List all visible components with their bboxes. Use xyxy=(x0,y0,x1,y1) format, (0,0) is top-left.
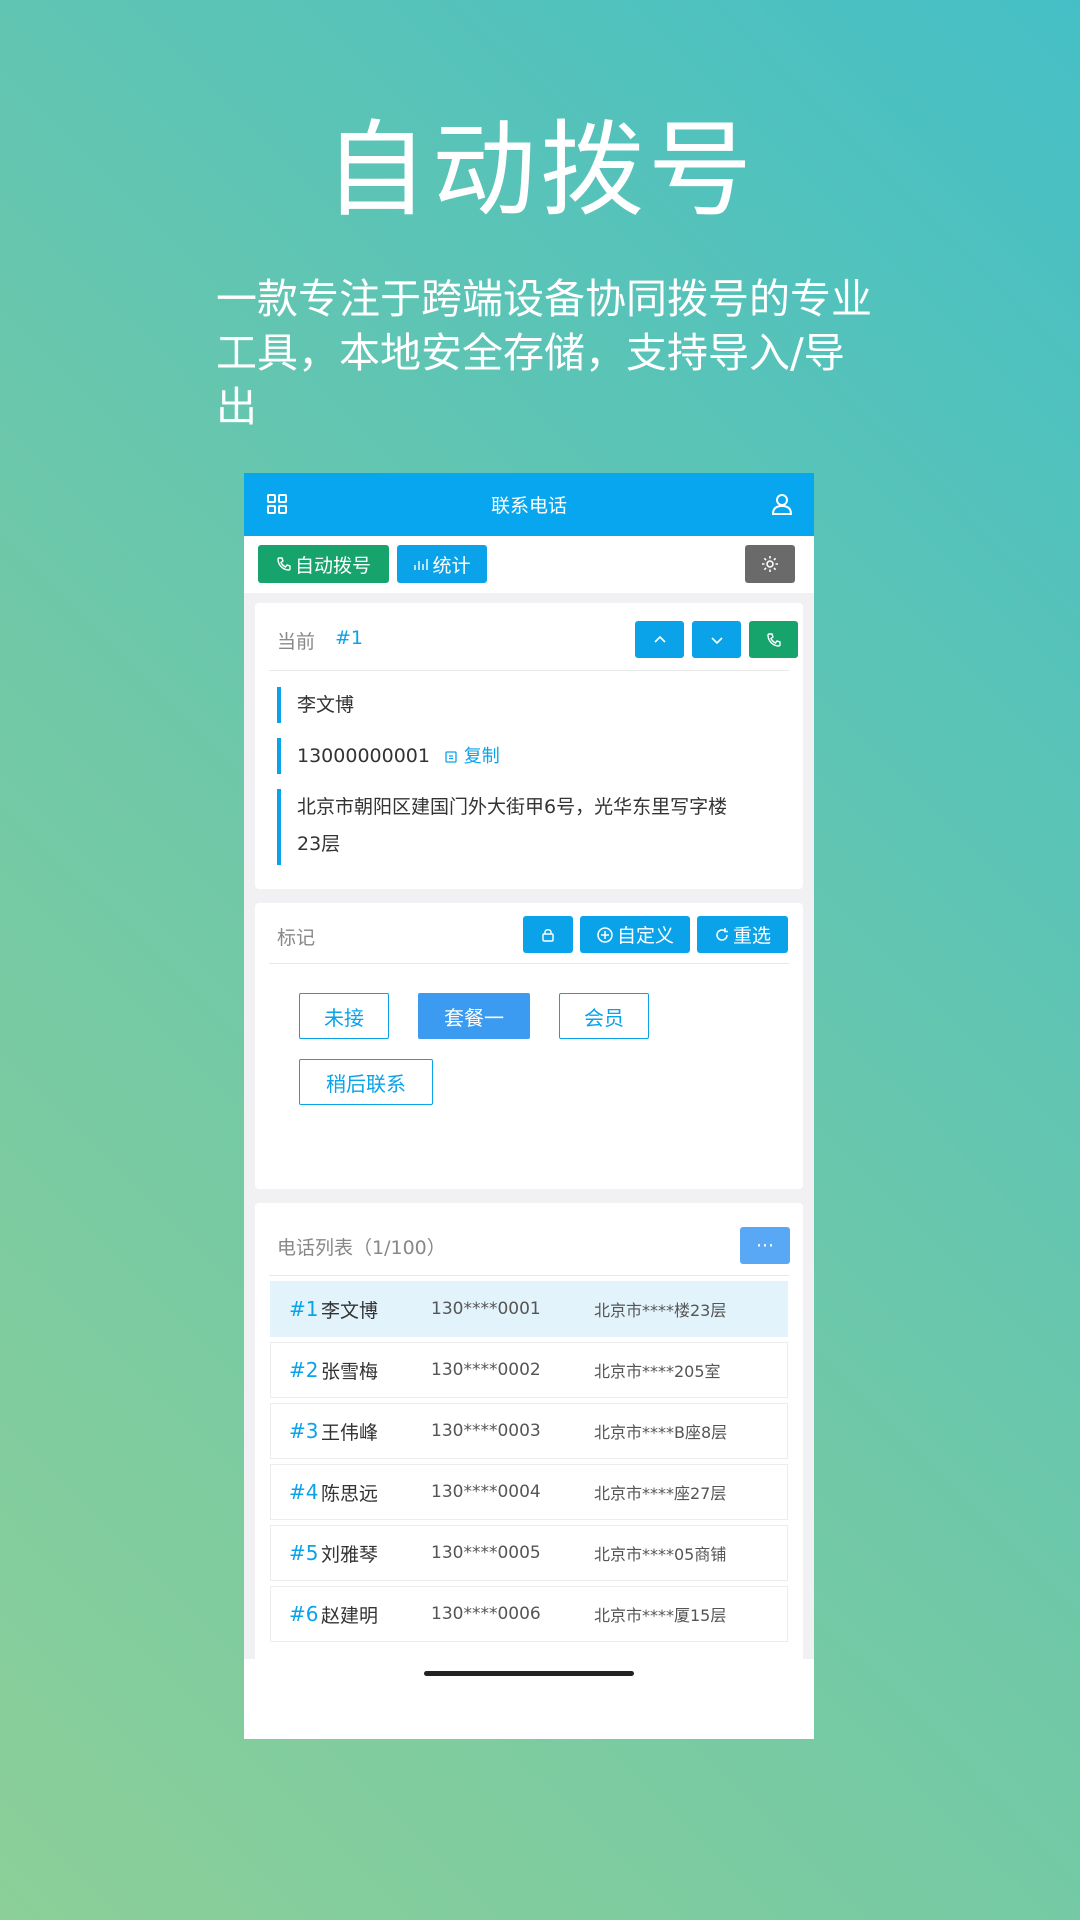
row-phone: 130****0001 xyxy=(431,1299,541,1319)
reselect-button[interactable]: 重选 xyxy=(697,916,788,953)
copy-label: 复制 xyxy=(463,746,500,767)
copy-button[interactable]: 复制 xyxy=(444,746,500,767)
phone-list-header: 电话列表（1/100） ··· xyxy=(269,1203,790,1276)
list-row-4[interactable]: #4 陈思远 130****0004 北京市****座27层 xyxy=(270,1464,788,1520)
row-index: #5 xyxy=(289,1541,319,1565)
contact-phone: 13000000001 xyxy=(297,745,430,767)
tag-package-one[interactable]: 套餐一 xyxy=(418,993,530,1039)
auto-dial-label: 自动拨号 xyxy=(294,554,371,577)
reselect-label: 重选 xyxy=(732,925,771,947)
custom-button[interactable]: 自定义 xyxy=(580,916,690,953)
list-row-2[interactable]: #2 张雪梅 130****0002 北京市****205室 xyxy=(270,1342,788,1398)
gear-icon xyxy=(760,554,780,574)
stats-button[interactable]: 统计 xyxy=(397,545,487,583)
chevron-down-icon xyxy=(709,632,725,648)
phone-icon xyxy=(276,556,292,572)
contact-name-line: 李文博 xyxy=(277,687,354,723)
toolbar: 自动拨号 统计 xyxy=(244,536,814,593)
row-phone: 130****0004 xyxy=(431,1482,541,1502)
previous-button[interactable] xyxy=(635,621,684,658)
contact-address-line: 北京市朝阳区建国门外大街甲6号，光华东里写字楼23层 xyxy=(277,789,747,865)
current-card: 当前 #1 李文博 13000000001 复制 北京市朝阳区建国门外大街甲6号… xyxy=(255,603,803,889)
list-row-6[interactable]: #6 赵建明 130****0006 北京市****厦15层 xyxy=(270,1586,788,1642)
contact-address: 北京市朝阳区建国门外大街甲6号，光华东里写字楼23层 xyxy=(297,796,728,855)
app-screen: 联系电话 自动拨号 统计 当前 #1 李文博 13000000001 复制 北京… xyxy=(244,473,814,1739)
contact-name: 李文博 xyxy=(297,694,355,716)
phone-list-card: 电话列表（1/100） ··· #1 李文博 130****0001 北京市**… xyxy=(255,1203,803,1663)
copy-icon xyxy=(444,750,458,764)
chevron-up-icon xyxy=(652,632,668,648)
stats-label: 统计 xyxy=(432,554,471,577)
promo-headline: 自动拨号 xyxy=(323,109,756,231)
chart-icon xyxy=(413,556,429,572)
list-row-3[interactable]: #3 王伟峰 130****0003 北京市****B座8层 xyxy=(270,1403,788,1459)
row-address: 北京市****05商铺 xyxy=(594,1545,727,1564)
app-header: 联系电话 xyxy=(244,473,814,536)
row-address: 北京市****厦15层 xyxy=(594,1606,727,1625)
next-button[interactable] xyxy=(692,621,741,658)
marks-label: 标记 xyxy=(277,927,316,949)
custom-label: 自定义 xyxy=(616,925,674,947)
call-button[interactable] xyxy=(749,621,798,658)
marks-card-header: 标记 自定义 重选 xyxy=(269,903,789,964)
lock-button[interactable] xyxy=(523,916,573,953)
tag-member[interactable]: 会员 xyxy=(559,993,649,1039)
list-row-5[interactable]: #5 刘雅琴 130****0005 北京市****05商铺 xyxy=(270,1525,788,1581)
user-icon[interactable] xyxy=(770,492,794,516)
row-address: 北京市****座27层 xyxy=(594,1484,727,1503)
marks-card: 标记 自定义 重选 未接 套餐一 会员 稍后联系 xyxy=(255,903,803,1189)
row-phone: 130****0002 xyxy=(431,1360,541,1380)
current-label: 当前 xyxy=(277,631,316,653)
row-index: #4 xyxy=(289,1480,319,1504)
row-name: 刘雅琴 xyxy=(321,1543,379,1566)
more-button[interactable]: ··· xyxy=(740,1227,790,1264)
contact-phone-line: 13000000001 复制 xyxy=(277,738,500,774)
current-index: #1 xyxy=(335,627,364,649)
row-name: 王伟峰 xyxy=(321,1421,379,1444)
phone-list-title: 电话列表（1/100） xyxy=(277,1237,446,1259)
row-index: #1 xyxy=(289,1297,319,1321)
home-indicator-area xyxy=(244,1659,814,1739)
row-phone: 130****0005 xyxy=(431,1543,541,1563)
row-name: 张雪梅 xyxy=(321,1360,379,1383)
row-address: 北京市****楼23层 xyxy=(594,1301,727,1320)
home-indicator[interactable] xyxy=(424,1671,634,1676)
row-phone: 130****0003 xyxy=(431,1421,541,1441)
row-phone: 130****0006 xyxy=(431,1604,541,1624)
promo-subline: 一款专注于跨端设备协同拨号的专业工具，本地安全存储，支持导入/导出 xyxy=(216,275,872,431)
settings-button[interactable] xyxy=(745,545,795,583)
list-row-1[interactable]: #1 李文博 130****0001 北京市****楼23层 xyxy=(270,1281,788,1337)
more-label: ··· xyxy=(755,1234,775,1257)
grid-icon[interactable] xyxy=(266,493,288,515)
row-name: 李文博 xyxy=(321,1299,379,1322)
row-address: 北京市****B座8层 xyxy=(594,1423,728,1442)
row-name: 赵建明 xyxy=(321,1604,379,1627)
current-card-header: 当前 #1 xyxy=(269,603,798,671)
row-name: 陈思远 xyxy=(321,1482,379,1505)
phone-icon xyxy=(766,632,782,648)
tag-contact-later[interactable]: 稍后联系 xyxy=(299,1059,433,1105)
tag-missed[interactable]: 未接 xyxy=(299,993,389,1039)
row-index: #3 xyxy=(289,1419,319,1443)
lock-icon xyxy=(540,927,556,943)
refresh-icon xyxy=(714,927,730,943)
row-address: 北京市****205室 xyxy=(594,1362,721,1381)
app-title: 联系电话 xyxy=(490,495,567,517)
auto-dial-button[interactable]: 自动拨号 xyxy=(258,545,389,583)
row-index: #2 xyxy=(289,1358,319,1382)
plus-circle-icon xyxy=(596,926,614,944)
row-index: #6 xyxy=(289,1602,319,1626)
